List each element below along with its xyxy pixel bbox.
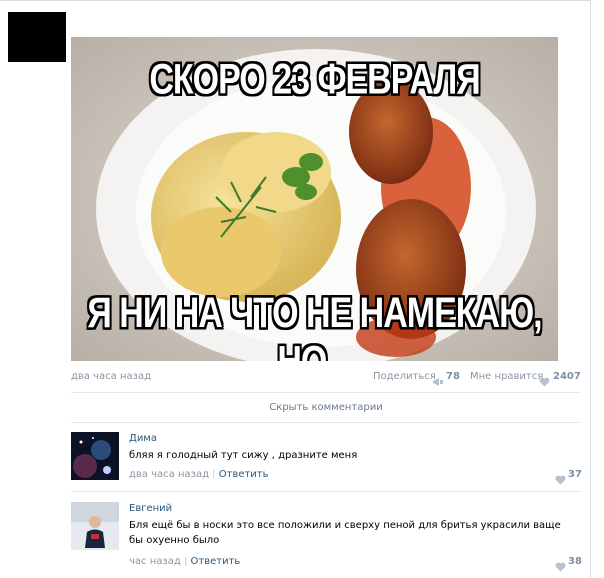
divider	[71, 491, 581, 492]
comment-text: бляя я голодный тут сижу , дразните меня	[129, 450, 358, 461]
comment-avatar[interactable]	[71, 432, 119, 480]
like-button[interactable]: Мне нравится	[470, 371, 543, 382]
megaphone-icon[interactable]	[432, 372, 444, 391]
comment-author[interactable]: Евгений	[129, 503, 172, 514]
reply-button[interactable]: Ответить	[219, 469, 269, 480]
post-right-border	[590, 0, 591, 578]
hide-comments-link[interactable]: Скрыть комментарии	[71, 402, 581, 413]
comment-separator: |	[183, 556, 188, 567]
meme-top-text: СКОРО 23 ФЕВРАЛЯ	[149, 56, 480, 104]
comment-text: Бля ещё бы в носки это все положили и св…	[129, 520, 561, 546]
like-count[interactable]: 2407	[553, 371, 581, 382]
comment-separator: |	[212, 469, 216, 480]
reply-button[interactable]: Ответить	[191, 556, 241, 567]
divider	[71, 422, 581, 423]
post-image[interactable]: СКОРО 23 ФЕВРАЛЯ Я НИ НА ЧТО НЕ НАМЕКАЮ,…	[71, 37, 558, 361]
heart-icon[interactable]	[539, 372, 550, 391]
meme-bottom-text: Я НИ НА ЧТО НЕ НАМЕКАЮ, НО...	[87, 289, 542, 361]
divider	[71, 392, 581, 393]
comment-time[interactable]: час назад	[129, 556, 181, 567]
comment-author[interactable]: Дима	[129, 433, 157, 444]
comment-like-count[interactable]: 37	[568, 469, 582, 480]
comment-meta: час назад | Ответить	[129, 556, 240, 567]
comment-like-count[interactable]: 38	[568, 556, 582, 567]
share-count[interactable]: 78	[446, 371, 460, 382]
share-button[interactable]: Поделиться	[373, 371, 436, 382]
group-avatar[interactable]	[8, 12, 66, 62]
comment-meta: два часа назад | Ответить	[129, 469, 269, 480]
post-time[interactable]: два часа назад	[71, 371, 151, 382]
heart-icon[interactable]	[555, 470, 566, 489]
heart-icon[interactable]	[555, 557, 566, 576]
comment-time[interactable]: два часа назад	[129, 469, 209, 480]
post-top-border	[0, 0, 590, 1]
comment-avatar[interactable]	[71, 502, 119, 550]
